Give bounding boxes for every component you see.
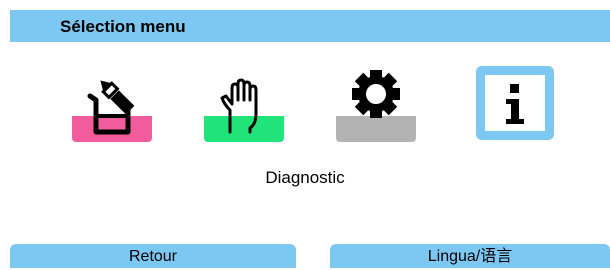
menu-item-calibration[interactable]	[72, 66, 152, 142]
language-button[interactable]: Lingua/语言	[330, 244, 610, 268]
gear-icon	[352, 70, 400, 118]
info-icon	[476, 66, 554, 140]
menu-item-diagnostic[interactable]	[476, 66, 554, 140]
page-title: Sélection menu	[60, 17, 186, 36]
hand-icon	[220, 78, 258, 134]
menu-item-parameters[interactable]	[336, 66, 416, 142]
menu-screen: Sélection menu Diagnostic Retour Lingua/…	[0, 0, 610, 268]
beaker-pen-icon	[87, 80, 135, 135]
back-button[interactable]: Retour	[10, 244, 296, 268]
title-bar: Sélection menu	[10, 10, 610, 42]
menu-item-maintenance[interactable]	[204, 66, 284, 142]
selected-menu-label: Diagnostic	[265, 168, 345, 187]
